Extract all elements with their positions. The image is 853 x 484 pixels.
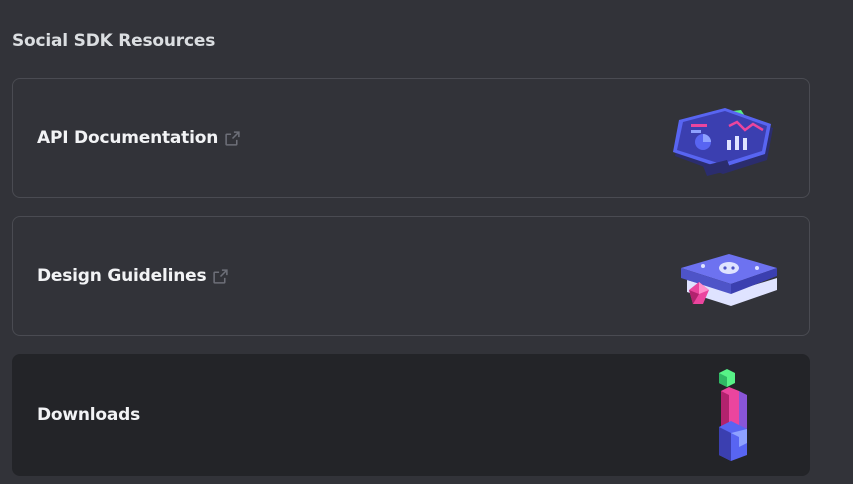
downloads-card[interactable]: Downloads	[12, 354, 810, 476]
downloads-label-group: Downloads	[37, 405, 140, 425]
api-documentation-label-group: API Documentation	[37, 128, 241, 148]
external-link-icon	[225, 130, 240, 146]
section-title: Social SDK Resources	[12, 31, 216, 51]
design-guidelines-card[interactable]: Design Guidelines	[12, 216, 810, 336]
design-guidelines-label-group: Design Guidelines	[37, 266, 229, 286]
guidelines-book-illustration	[681, 254, 777, 306]
api-documentation-label: API Documentation	[37, 128, 219, 148]
external-link-icon	[213, 268, 229, 284]
design-guidelines-label: Design Guidelines	[37, 266, 207, 286]
api-dashboard-illustration	[673, 108, 773, 176]
downloads-blocks-illustration	[719, 369, 747, 461]
sdk-resources-panel: Social SDK Resources API Documentation D…	[0, 0, 853, 484]
downloads-label: Downloads	[37, 405, 141, 425]
api-documentation-card[interactable]: API Documentation	[12, 78, 810, 198]
